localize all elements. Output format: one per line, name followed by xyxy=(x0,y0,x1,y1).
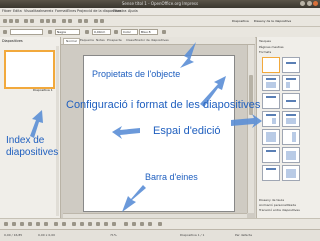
annotation-arrows xyxy=(30,42,262,212)
annotation-edit-space: Espai d'edició xyxy=(153,125,221,137)
annotation-config: Configuració i format de les diapositive… xyxy=(66,99,261,111)
arrow-toolbar xyxy=(122,185,146,212)
arrow-properties xyxy=(180,42,196,68)
arrow-index xyxy=(30,110,43,138)
annotation-index: Index de diapositives xyxy=(6,135,59,158)
annotation-properties: Propietats de l'objecte xyxy=(92,69,181,79)
arrow-edit-left xyxy=(112,126,140,139)
arrow-edit-right xyxy=(231,114,262,128)
annotation-toolbar: Barra d'eines xyxy=(145,172,198,182)
